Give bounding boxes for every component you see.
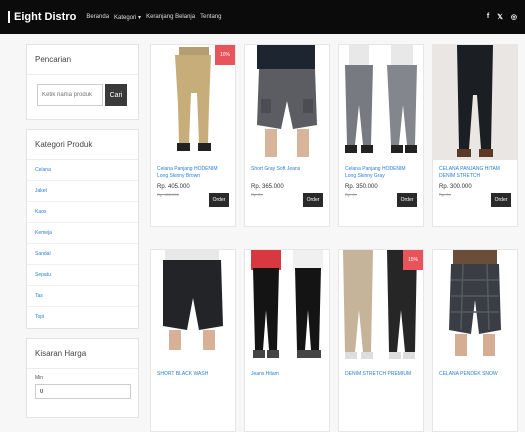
top-navbar: Eight Distro Beranda Kategori ▾ Keranjan… [0, 0, 525, 34]
price-panel-title: Kisaran Harga [27, 339, 138, 369]
price-panel: Kisaran Harga Min [26, 338, 139, 418]
product-card[interactable]: 15% DENIM STRETCH PREMIUM [338, 249, 424, 432]
product-name[interactable]: Celana Panjang HODENIM Long Skinny Brown [151, 160, 235, 182]
category-item-jaket[interactable]: Jaket [27, 181, 138, 202]
product-price: Rp. 405.000 [157, 184, 190, 190]
category-item-kaos[interactable]: Kaos [27, 202, 138, 223]
sidebar: Pencarian Cari Kategori Produk Celana Ja… [26, 44, 139, 427]
product-name[interactable]: DENIM STRETCH PREMIUM [339, 365, 423, 387]
product-name[interactable]: CELANA PANJANG HITAM DENIM STRETCH [433, 160, 517, 182]
order-button[interactable]: Order [209, 193, 229, 207]
product-image[interactable] [245, 250, 329, 365]
category-panel-title: Kategori Produk [27, 130, 138, 160]
category-item-sepatu[interactable]: Sepatu [27, 265, 138, 286]
discount-badge: 15% [403, 250, 423, 270]
social-links: f 𝕏 ◎ [487, 13, 517, 21]
order-button[interactable]: Order [491, 193, 511, 207]
order-button[interactable]: Order [303, 193, 323, 207]
twitter-icon[interactable]: 𝕏 [497, 13, 503, 21]
search-panel-title: Pencarian [27, 45, 138, 75]
search-button[interactable]: Cari [105, 84, 127, 106]
product-card[interactable]: CELANA PENDEK SNOW [432, 249, 518, 432]
product-image[interactable] [151, 250, 235, 365]
category-panel: Kategori Produk Celana Jaket Kaos Kemeja… [26, 129, 139, 329]
product-card[interactable]: CELANA PANJANG HITAM DENIM STRETCH Rp. 3… [432, 44, 518, 227]
product-card[interactable]: SHORT BLACK WASH [150, 249, 236, 432]
category-item-kemeja[interactable]: Kemeja [27, 223, 138, 244]
category-item-sandal[interactable]: Sandal [27, 244, 138, 265]
brand-name: Eight Distro [14, 11, 77, 23]
facebook-icon[interactable]: f [487, 13, 489, 21]
discount-badge: 10% [215, 45, 235, 65]
category-item-tas[interactable]: Tas [27, 286, 138, 307]
product-price: Rp. 300.000 [439, 184, 472, 190]
product-name[interactable]: CELANA PENDEK SNOW [433, 365, 517, 387]
product-image[interactable] [433, 45, 517, 160]
search-input[interactable] [37, 84, 103, 106]
product-image[interactable] [339, 45, 423, 160]
product-image[interactable] [245, 45, 329, 160]
product-name[interactable]: SHORT BLACK WASH [151, 365, 235, 387]
product-card[interactable]: 10% Celana Panjang HODENIM Long Skinny B… [150, 44, 236, 227]
product-name[interactable]: Short Gray Soft Jeans [245, 160, 329, 182]
product-name[interactable]: Jeans Hitam [245, 365, 329, 387]
min-price-label: Min [35, 375, 44, 381]
order-button[interactable]: Order [397, 193, 417, 207]
product-image[interactable] [433, 250, 517, 365]
product-name[interactable]: Celana Panjang HODENIM Long Skinny Gray [339, 160, 423, 182]
product-price: Rp. 350.000 [345, 184, 378, 190]
product-price: Rp. 365.000 [251, 184, 284, 190]
product-card[interactable]: Celana Panjang HODENIM Long Skinny Gray … [338, 44, 424, 227]
nav-link-tentang[interactable]: Tentang [200, 14, 221, 20]
nav-link-beranda[interactable]: Beranda [86, 14, 109, 20]
product-card[interactable]: Short Gray Soft Jeans Rp. 365.000 Rp. 0,… [244, 44, 330, 227]
category-item-celana[interactable]: Celana [27, 160, 138, 181]
nav-link-kategori[interactable]: Kategori ▾ [114, 14, 141, 21]
category-item-topi[interactable]: Topi [27, 307, 138, 328]
product-card[interactable]: Jeans Hitam [244, 249, 330, 432]
search-panel: Pencarian Cari [26, 44, 139, 120]
brand-bar-icon [8, 11, 10, 23]
min-price-input[interactable] [35, 384, 131, 399]
nav-link-keranjang[interactable]: Keranjang Belanja [146, 14, 195, 20]
brand-logo[interactable]: Eight Distro [8, 11, 76, 23]
instagram-icon[interactable]: ◎ [511, 13, 517, 21]
